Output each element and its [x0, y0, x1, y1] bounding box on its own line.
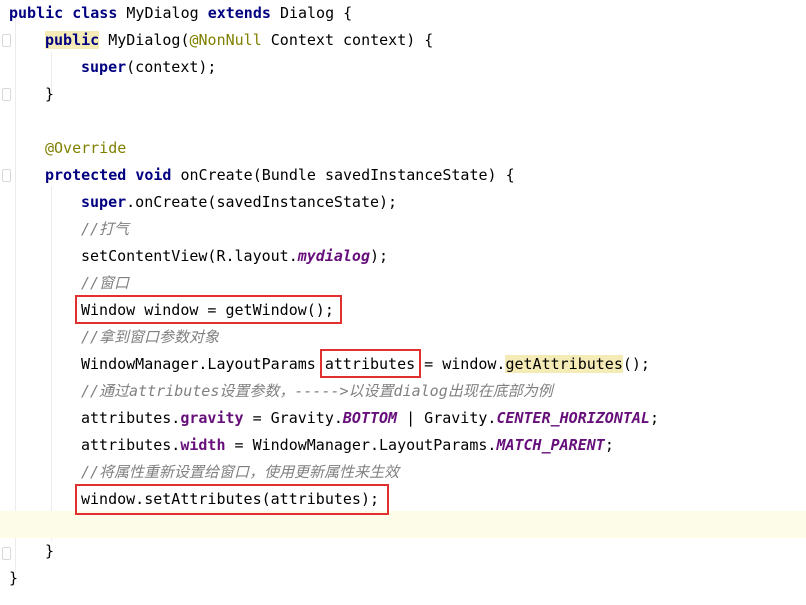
indent-guide [15, 8, 16, 573]
object: attributes. [81, 409, 181, 427]
fold-marker-icon[interactable] [2, 34, 11, 47]
assign: = window. [415, 355, 506, 373]
paren: ( [180, 31, 190, 49]
parent-class: Dialog [279, 4, 335, 22]
code-line-comment[interactable]: //打气 [81, 216, 129, 243]
call-prefix: setContentView(R.layout. [81, 247, 298, 265]
args: (context); [126, 58, 217, 76]
call: .onCreate(savedInstanceState); [126, 193, 398, 211]
keyword: super [81, 193, 127, 211]
highlight-box-set-attributes [75, 484, 389, 515]
code-line-gravity[interactable]: attributes.gravity = Gravity.BOTTOM | Gr… [81, 405, 659, 432]
code-line-class-declaration[interactable]: public class MyDialog extends Dialog { [9, 0, 352, 27]
code-line-set-content-view[interactable]: setContentView(R.layout.mydialog); [81, 243, 388, 270]
keyword: protected [45, 166, 127, 184]
code-line-comment[interactable]: //通过attributes设置参数，----->以设置dialog出现在底部为… [81, 378, 553, 405]
code-line-super-call[interactable]: super(context); [81, 54, 216, 81]
type-prefix: WindowManager.LayoutParams [81, 355, 325, 373]
static-field: mydialog [297, 247, 370, 265]
keyword: public [45, 31, 100, 49]
code-line-close-brace[interactable]: } [9, 565, 18, 592]
code-line-super-on-create[interactable]: super.onCreate(savedInstanceState); [81, 189, 397, 216]
annotation: @NonNull [189, 31, 262, 49]
code-line-override[interactable]: @Override [45, 135, 126, 162]
fold-marker-icon[interactable] [2, 547, 11, 560]
current-line-highlight [0, 511, 806, 538]
params: Context context) { [261, 31, 434, 49]
keyword: super [81, 58, 127, 76]
method-signature: onCreate(Bundle savedInstanceState) { [180, 166, 515, 184]
indent-guide [51, 186, 52, 541]
call-suffix: (); [622, 355, 650, 373]
fold-marker-icon[interactable] [2, 169, 11, 182]
code-line-on-create[interactable]: protected void onCreate(Bundle savedInst… [45, 162, 515, 189]
fold-marker-icon[interactable] [2, 88, 11, 101]
code-line-comment[interactable]: //将属性重新设置给窗口，使用更新属性来生效 [81, 459, 399, 486]
brace: } [45, 542, 55, 560]
keyword: void [135, 166, 172, 184]
highlight-box-attributes-variable [320, 349, 421, 378]
code-line-constructor[interactable]: public MyDialog(@NonNull Context context… [45, 27, 433, 54]
class-name: MyDialog [126, 4, 199, 22]
operator: | Gravity. [397, 409, 497, 427]
keyword: public [9, 4, 64, 22]
call-suffix: ); [370, 247, 389, 265]
code-line-comment[interactable]: //窗口 [81, 270, 129, 297]
assign: = WindowManager.LayoutParams. [225, 436, 497, 454]
code-line-close-brace[interactable]: } [45, 538, 54, 565]
brace: } [9, 569, 19, 587]
semicolon: ; [649, 409, 659, 427]
object: attributes. [81, 436, 181, 454]
field: gravity [180, 409, 244, 427]
keyword: class [72, 4, 118, 22]
code-line-comment[interactable]: //拿到窗口参数对象 [81, 324, 219, 351]
constant: BOTTOM [342, 409, 398, 427]
semicolon: ; [604, 436, 614, 454]
code-editor[interactable]: public class MyDialog extends Dialog { p… [0, 0, 806, 605]
code-line-width[interactable]: attributes.width = WindowManager.LayoutP… [81, 432, 614, 459]
constant: MATCH_PARENT [496, 436, 605, 454]
constructor-name: MyDialog [108, 31, 181, 49]
field: width [180, 436, 226, 454]
assign: = Gravity. [243, 409, 343, 427]
code-line-close-brace[interactable]: } [45, 81, 54, 108]
highlight-box-get-window [75, 295, 342, 324]
method-get-attributes: getAttributes [505, 355, 623, 373]
keyword: extends [207, 4, 271, 22]
annotation: @Override [45, 139, 127, 157]
brace: } [45, 85, 55, 103]
brace: { [343, 4, 353, 22]
constant: CENTER_HORIZONTAL [496, 409, 650, 427]
